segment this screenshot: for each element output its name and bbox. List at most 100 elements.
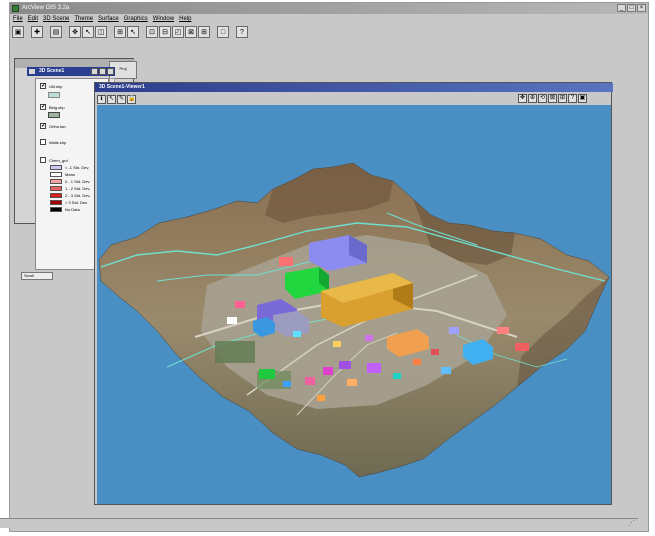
layout-button[interactable]: ◰ <box>172 26 184 38</box>
extent-3d-icon: ⊠ <box>549 95 556 101</box>
toc-minimize-button[interactable] <box>91 68 98 75</box>
full-extent-button[interactable]: ⊞ <box>114 26 126 38</box>
grid-theme-label: Chem_grd <box>49 157 68 163</box>
toc-title: 3D Scene1 <box>39 68 65 74</box>
theme-label: Bldg.shp <box>49 104 65 110</box>
add-theme-button[interactable]: ✚ <box>31 26 43 38</box>
expand-button[interactable]: ⊞ <box>198 26 210 38</box>
navigate-3d-button[interactable]: ✥ <box>518 94 527 103</box>
legend-class: 1 - 2 Std. Dev. <box>50 186 90 191</box>
toc-window-controls <box>91 68 114 75</box>
select-icon: ⊡ <box>149 28 155 36</box>
menu-theme[interactable]: Theme <box>74 14 93 24</box>
zoom-out-icon: ◫ <box>97 28 105 36</box>
menu-window[interactable]: Window <box>153 14 174 24</box>
pan-button[interactable]: ↖ <box>127 26 139 38</box>
maximize-button[interactable]: □ <box>627 4 636 12</box>
lock-icon: 🔒 <box>128 96 136 102</box>
grid-icon: ⊠ <box>188 28 194 36</box>
theme-properties-button[interactable]: ▤ <box>50 26 62 38</box>
viewer-help-icon: ? <box>570 95 575 101</box>
menu-surface[interactable]: Surface <box>98 14 119 24</box>
theme-item[interactable]: Walls.shp <box>40 139 66 145</box>
theme-item[interactable]: Ortho.tan <box>40 123 66 129</box>
theme-visibility-checkbox[interactable] <box>40 123 46 129</box>
toc-close-button[interactable] <box>107 68 114 75</box>
center-3d-button[interactable]: ⊞ <box>558 94 567 103</box>
lock-button[interactable]: 🔒 <box>127 95 136 104</box>
viewer-titlebar: 3D Scene1-Viewer1 <box>95 83 613 92</box>
rotate-3d-button[interactable]: ⟲ <box>538 94 547 103</box>
pointer-button[interactable]: ↖ <box>107 95 116 104</box>
viewer-help-button[interactable]: ? <box>568 94 577 103</box>
toc-maximize-button[interactable] <box>99 68 106 75</box>
theme-visibility-checkbox[interactable] <box>40 83 46 89</box>
legend-swatch <box>50 200 62 205</box>
legend-class: 0 - 1 Std. Dev. <box>50 179 90 184</box>
grid-theme-checkbox[interactable] <box>40 157 46 163</box>
toc-titlebar: 3D Scene1 <box>27 67 115 76</box>
grid-theme-item[interactable]: Chem_grd <box>40 157 68 163</box>
expand-icon: ⊞ <box>201 28 207 36</box>
legend-class: < -1 Std. Dev. <box>50 165 89 170</box>
menu-graphics[interactable]: Graphics <box>124 14 148 24</box>
legend-swatch <box>50 207 62 212</box>
navigate-icon: ✥ <box>72 28 78 36</box>
menu-help[interactable]: Help <box>179 14 191 24</box>
save-icon: ▣ <box>14 28 22 36</box>
select-button[interactable]: ⊡ <box>146 26 158 38</box>
extent-3d-button[interactable]: ⊠ <box>548 94 557 103</box>
theme-visibility-checkbox[interactable] <box>40 139 46 145</box>
zoom-in-button[interactable]: ↖ <box>82 26 94 38</box>
grid-button[interactable]: ⊠ <box>185 26 197 38</box>
zoom-out-button[interactable]: ◫ <box>95 26 107 38</box>
theme-label: Util.shp <box>49 83 63 89</box>
legend-class: Mean <box>50 172 75 177</box>
status-bar: ⋰ <box>0 518 638 528</box>
theme-label: Ortho.tan <box>49 123 66 129</box>
draw-button[interactable]: ✎ <box>117 95 126 104</box>
arcview-logo-icon <box>12 5 19 12</box>
legend-swatch <box>50 186 62 191</box>
navigate-3d-icon: ✥ <box>519 95 526 101</box>
menubar: File Edit 3D Scene Theme Surface Graphic… <box>10 14 648 24</box>
resize-grip-icon[interactable]: ⋰ <box>628 520 635 528</box>
legend-label: 1 - 2 Std. Dev. <box>65 186 91 191</box>
minimize-button[interactable]: _ <box>617 4 626 12</box>
menu-file[interactable]: File <box>13 14 23 24</box>
theme-label: Walls.shp <box>49 139 67 145</box>
theme-item[interactable]: Util.shp <box>40 83 62 89</box>
app-title: ArcView GIS 3.2a <box>22 5 70 11</box>
legend-label: < -1 Std. Dev. <box>65 165 90 170</box>
viewer-settings-button[interactable]: ▣ <box>578 94 587 103</box>
scene-icon <box>29 69 35 74</box>
legend-label: No Data <box>65 207 80 212</box>
close-button[interactable]: × <box>637 4 646 12</box>
info-button[interactable]: ℹ <box>97 95 106 104</box>
save-button[interactable]: ▣ <box>12 26 24 38</box>
identify-button[interactable]: ⊟ <box>159 26 171 38</box>
legend-label: Mean <box>65 172 76 177</box>
main-toolbar: ▣ ✚ ▤ ✥ ↖ ◫ ⊞ ↖ ⊡ ⊟ ◰ ⊠ ⊞ □ ? <box>12 25 249 39</box>
navigate-button[interactable]: ✥ <box>69 26 81 38</box>
layout-icon: ◰ <box>174 28 182 36</box>
scene-viewer-window: 3D Scene1-Viewer1 ℹ ↖ ✎ 🔒 ✥ ⊕ ⟲ ⊠ ⊞ ? ▣ <box>94 82 613 505</box>
legend-label: 0 - 1 Std. Dev. <box>65 179 91 184</box>
help-button[interactable]: ? <box>236 26 248 38</box>
theme-properties-icon: ▤ <box>52 28 60 36</box>
terrain-rendering <box>98 162 610 478</box>
blank-page-button[interactable]: □ <box>217 26 229 38</box>
util-symbol-swatch <box>48 92 60 98</box>
3d-scene-canvas[interactable] <box>97 105 611 504</box>
theme-item[interactable]: Bldg.shp <box>40 104 65 110</box>
menu-3d-scene[interactable]: 3D Scene <box>43 14 69 24</box>
theme-visibility-checkbox[interactable] <box>40 104 46 110</box>
toc-bottom-tab[interactable]: Scroll <box>21 272 53 280</box>
legend-label: > 3 Std. Dev. <box>65 200 88 205</box>
menu-edit[interactable]: Edit <box>28 14 38 24</box>
pointer-icon: ↖ <box>108 96 115 102</box>
zoom-3d-button[interactable]: ⊕ <box>528 94 537 103</box>
zoom-in-icon: ↖ <box>85 28 91 36</box>
pan-icon: ↖ <box>130 28 136 36</box>
viewer-tools-right: ✥ ⊕ ⟲ ⊠ ⊞ ? ▣ <box>518 94 587 103</box>
